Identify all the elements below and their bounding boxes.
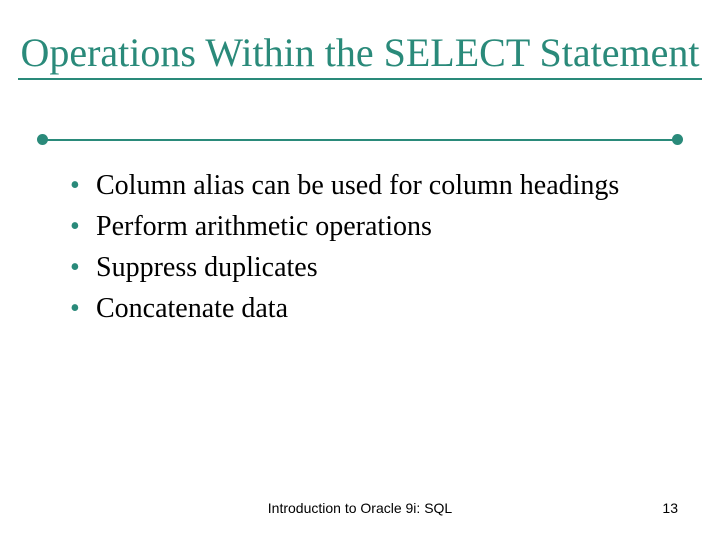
title-wrap: Operations Within the SELECT Statement: [0, 30, 720, 80]
title-rule: [40, 134, 680, 146]
rule-dot-right: [672, 134, 683, 145]
page-number: 13: [662, 500, 678, 516]
list-item: Perform arithmetic operations: [70, 209, 660, 244]
list-item: Column alias can be used for column head…: [70, 168, 660, 203]
list-item: Concatenate data: [70, 291, 660, 326]
footer-text: Introduction to Oracle 9i: SQL: [0, 500, 720, 516]
rule-line: [40, 139, 680, 141]
slide-title: Operations Within the SELECT Statement: [18, 30, 701, 80]
list-item: Suppress duplicates: [70, 250, 660, 285]
slide: Operations Within the SELECT Statement C…: [0, 0, 720, 540]
bullet-list: Column alias can be used for column head…: [70, 168, 660, 332]
